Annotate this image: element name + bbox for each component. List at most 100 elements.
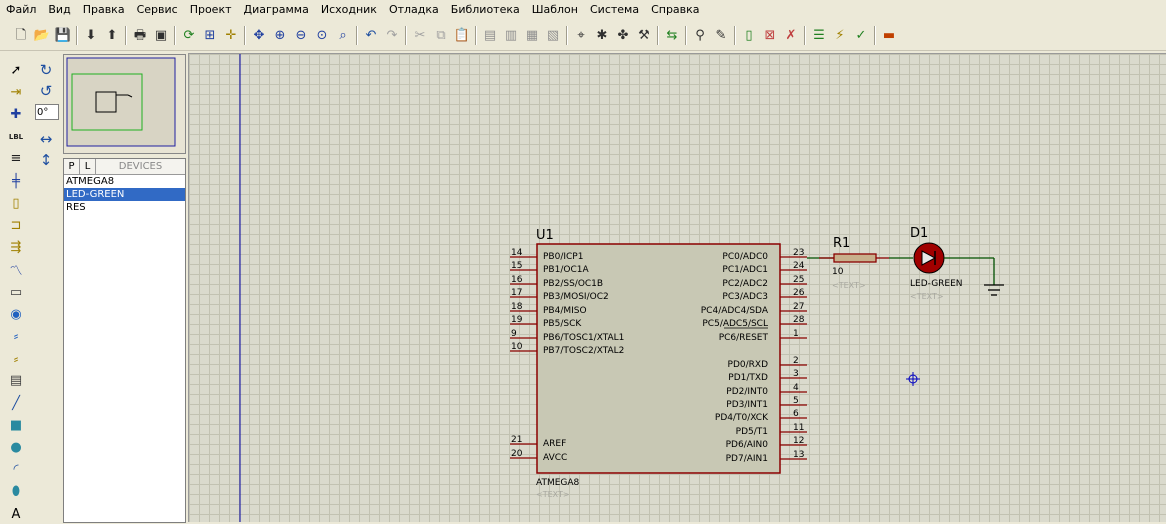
u1-pin-name: PD3/INT1: [726, 400, 768, 410]
menu-11[interactable]: Справка: [645, 0, 705, 20]
pan-icon[interactable]: ✥: [250, 25, 268, 45]
terminal-icon[interactable]: ⊐: [5, 215, 27, 235]
device-list-item[interactable]: RES: [64, 201, 185, 214]
grid-icon[interactable]: ⊞: [201, 25, 219, 45]
undo-icon[interactable]: ↶: [362, 25, 380, 45]
rotate-anticlockwise-icon[interactable]: ↺: [36, 81, 56, 101]
open-file-icon[interactable]: 📂: [33, 25, 51, 45]
menu-8[interactable]: Библиотека: [445, 0, 526, 20]
zoom-out-icon[interactable]: ⊖: [292, 25, 310, 45]
overview-window[interactable]: [63, 54, 186, 154]
save-file-icon[interactable]: 💾: [54, 25, 72, 45]
refresh-icon[interactable]: ⟳: [180, 25, 198, 45]
device-selector: P L DEVICES ATMEGA8 LED-GREEN RES: [63, 158, 186, 523]
selection-icon[interactable]: ➚: [5, 60, 27, 80]
circle-icon[interactable]: ●: [5, 437, 27, 457]
new-file-icon[interactable]: 🗋: [12, 25, 30, 45]
packaging-icon[interactable]: ✤: [614, 25, 632, 45]
print-area-icon[interactable]: ▣: [152, 25, 170, 45]
u1-pin-name: PC6/RESET: [719, 333, 769, 343]
wire-autorouter-icon[interactable]: ⇆: [663, 25, 681, 45]
menu-5[interactable]: Диаграмма: [238, 0, 315, 20]
mirror-vertical-icon[interactable]: ↕: [36, 150, 56, 170]
menu-0[interactable]: Файл: [0, 0, 42, 20]
d1-text-placeholder: <TEXT>: [910, 292, 944, 301]
menu-1[interactable]: Вид: [42, 0, 76, 20]
arc-icon[interactable]: ◜: [5, 460, 27, 480]
block-move-icon[interactable]: ▥: [502, 25, 520, 45]
u1-pin-name: PD5/T1: [736, 427, 768, 437]
paste-icon[interactable]: 📋: [453, 25, 471, 45]
zoom-area-icon[interactable]: ⌕: [334, 25, 352, 45]
component-icon[interactable]: ⇥: [5, 82, 27, 102]
menu-3[interactable]: Сервис: [131, 0, 184, 20]
tape-recorder-icon[interactable]: ▭: [5, 282, 27, 302]
block-rotate-icon[interactable]: ▦: [523, 25, 541, 45]
subcircuit-icon[interactable]: ▯: [5, 193, 27, 213]
decompose-icon[interactable]: ⚒: [635, 25, 653, 45]
zoom-all-icon[interactable]: ⊙: [313, 25, 331, 45]
search-icon[interactable]: ⚲: [691, 25, 709, 45]
menu-7[interactable]: Отладка: [383, 0, 445, 20]
u1-pin-number: 20: [511, 449, 523, 459]
u1-pin-number: 28: [793, 315, 805, 325]
line-icon[interactable]: ╱: [5, 393, 27, 413]
schematic-canvas[interactable]: U1 ATMEGA8 <TEXT> 14 PB0/ICP1 15 PB1/OC1A 16 PB2…: [188, 53, 1166, 522]
menu-6[interactable]: Исходник: [315, 0, 383, 20]
device-pin-icon[interactable]: ⇶: [5, 238, 27, 258]
pick-device-icon[interactable]: ⌖: [572, 25, 590, 45]
mirror-horizontal-icon[interactable]: ↔: [36, 129, 56, 149]
library-manager-tab[interactable]: L: [80, 159, 96, 174]
export-icon[interactable]: ⬆: [103, 25, 121, 45]
pick-from-library-tab[interactable]: P: [64, 159, 80, 174]
block-delete-icon[interactable]: ▧: [544, 25, 562, 45]
junction-icon[interactable]: ✚: [5, 104, 27, 124]
print-icon[interactable]: 🖶: [131, 25, 149, 45]
menu-4[interactable]: Проект: [184, 0, 238, 20]
toolbar-separator: [685, 26, 687, 45]
r1-body[interactable]: [833, 253, 877, 263]
menu-10[interactable]: Система: [584, 0, 645, 20]
make-device-icon[interactable]: ✱: [593, 25, 611, 45]
schematic-drawing[interactable]: U1ATMEGA8<TEXT>14 PB0/ICP115 PB1/OC1A16 PB2…: [189, 54, 1166, 522]
toolbar-separator: [174, 26, 176, 45]
virtual-instrument-icon[interactable]: ▤: [5, 371, 27, 391]
cut-icon[interactable]: ✂: [411, 25, 429, 45]
menu-2[interactable]: Правка: [77, 0, 131, 20]
u1-pin-number: 16: [511, 275, 523, 285]
path-icon[interactable]: ⬮: [5, 482, 27, 502]
text-icon[interactable]: A: [5, 504, 27, 524]
copy-icon[interactable]: ⧉: [432, 25, 450, 45]
voltage-probe-icon[interactable]: ⸗: [5, 326, 27, 346]
wire-label-icon[interactable]: LBL: [5, 127, 27, 147]
rotation-angle-input[interactable]: 0°: [35, 104, 59, 120]
new-sheet-icon[interactable]: ▯: [740, 25, 758, 45]
toolbar-separator: [566, 26, 568, 45]
graph-icon[interactable]: 〽: [5, 260, 27, 280]
menu-9[interactable]: Шаблон: [526, 0, 584, 20]
property-assign-icon[interactable]: ✎: [712, 25, 730, 45]
redo-icon[interactable]: ↷: [383, 25, 401, 45]
import-icon[interactable]: ⬇: [82, 25, 100, 45]
generator-icon[interactable]: ◉: [5, 304, 27, 324]
u1-pin-name: PB2/SS/OC1B: [543, 279, 603, 289]
block-copy-icon[interactable]: ▤: [481, 25, 499, 45]
box-icon[interactable]: ■: [5, 415, 27, 435]
u1-pin-number: 14: [511, 248, 523, 258]
u1-pin-name: PD4/T0/XCK: [715, 413, 769, 423]
rotate-clockwise-icon[interactable]: ↻: [36, 60, 56, 80]
remove-sheet-icon[interactable]: ⊠: [761, 25, 779, 45]
r1-text-placeholder: <TEXT>: [832, 281, 866, 290]
electrical-check-icon[interactable]: ✓: [852, 25, 870, 45]
zoom-in-icon[interactable]: ⊕: [271, 25, 289, 45]
netlist-icon[interactable]: ⚡: [831, 25, 849, 45]
device-list-item[interactable]: LED-GREEN: [64, 188, 185, 201]
goto-sheet-icon[interactable]: ✗: [782, 25, 800, 45]
text-script-icon[interactable]: ≡: [5, 149, 27, 169]
current-probe-icon[interactable]: ⸗: [5, 349, 27, 369]
ares-icon[interactable]: ▬: [880, 25, 898, 45]
bill-of-materials-icon[interactable]: ☰: [810, 25, 828, 45]
origin-icon[interactable]: ✛: [222, 25, 240, 45]
device-list-item[interactable]: ATMEGA8: [64, 175, 185, 188]
bus-icon[interactable]: ╪: [5, 171, 27, 191]
